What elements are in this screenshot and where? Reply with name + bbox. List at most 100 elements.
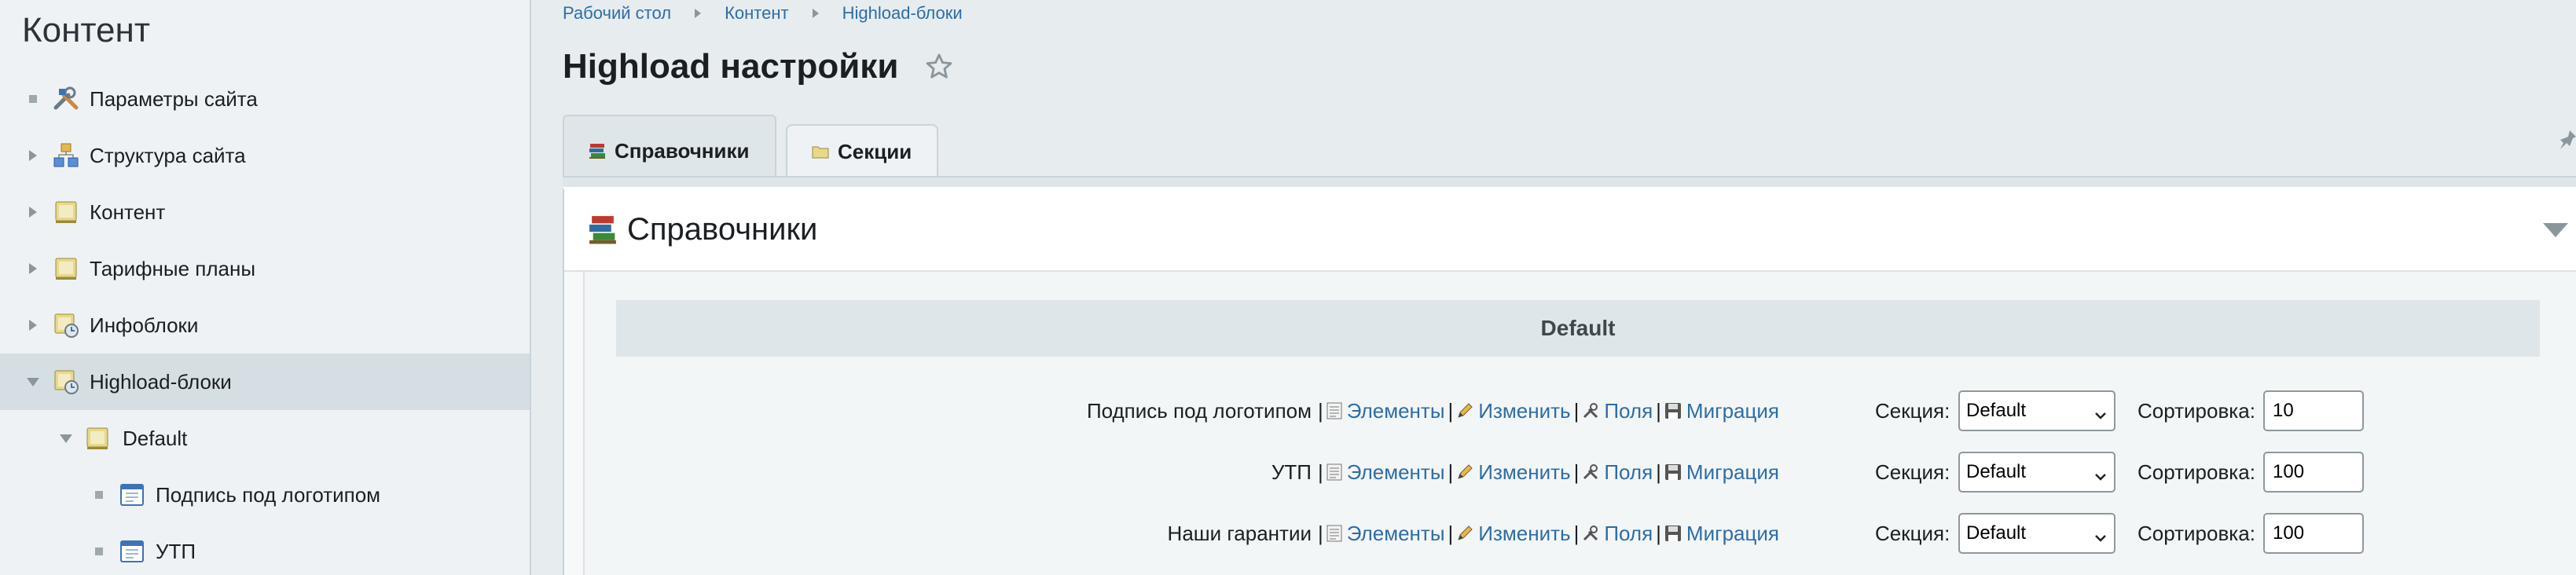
section-select[interactable]: Default <box>1958 513 2115 554</box>
elements-link[interactable]: Элементы <box>1347 522 1445 546</box>
infoblock-icon <box>52 368 80 396</box>
edit-link[interactable]: Изменить <box>1478 460 1570 485</box>
pin-icon[interactable] <box>2559 129 2576 156</box>
pencil-icon <box>1456 525 1473 542</box>
sidebar-item-utp[interactable]: УТП <box>0 523 530 575</box>
table-row: УТП | Элементы | Изменить | Поля | Мигра… <box>585 449 2576 495</box>
sidebar-item-label: УТП <box>156 539 196 563</box>
sidebar: Контент Параметры сайта Структура сайта … <box>0 0 531 575</box>
sidebar-item-label: Highload-блоки <box>90 369 232 394</box>
breadcrumb-link-highload[interactable]: Highload-блоки <box>842 3 963 24</box>
sidebar-item-label: Default <box>123 426 188 450</box>
sidebar-item-logo-caption[interactable]: Подпись под логотипом <box>0 467 530 523</box>
floppy-disk-icon <box>1664 525 1682 542</box>
bullet-icon <box>93 545 105 558</box>
books-icon <box>588 141 607 160</box>
breadcrumb-separator-icon <box>695 9 702 18</box>
edit-link[interactable]: Изменить <box>1478 399 1570 423</box>
bullet-icon <box>93 489 105 501</box>
list-icon <box>1327 402 1342 419</box>
breadcrumb-link-content[interactable]: Контент <box>725 3 789 24</box>
edit-link[interactable]: Изменить <box>1478 522 1570 546</box>
separator: | <box>1318 398 1323 423</box>
breadcrumb-link-desktop[interactable]: Рабочий стол <box>563 3 671 24</box>
breadcrumb-separator-icon <box>812 9 819 18</box>
sidebar-item-label: Контент <box>90 200 166 224</box>
section-select[interactable]: Default <box>1958 390 2115 431</box>
content-icon <box>52 198 80 226</box>
tools-icon <box>1582 463 1599 481</box>
migration-link[interactable]: Миграция <box>1686 399 1779 423</box>
expand-arrow-icon[interactable] <box>27 206 39 218</box>
references-list: Default Подпись под логотипом | Элементы… <box>583 272 2576 575</box>
sidebar-item-label: Структура сайта <box>90 143 246 167</box>
list-icon <box>1327 463 1342 481</box>
separator: | <box>1656 460 1661 484</box>
separator: | <box>1573 398 1580 423</box>
separator: | <box>1448 521 1454 545</box>
content-icon <box>83 424 112 452</box>
expand-arrow-icon[interactable] <box>27 149 39 162</box>
row-name: Наши гарантии <box>1167 521 1312 545</box>
bullet-icon <box>27 93 39 105</box>
section-select[interactable]: Default <box>1958 452 2115 493</box>
table-row: Подпись под логотипом | Элементы | Измен… <box>585 388 2576 434</box>
tab-sections[interactable]: Секции <box>786 124 938 178</box>
collapse-arrow-icon[interactable] <box>60 432 72 445</box>
fields-link[interactable]: Поля <box>1604 399 1653 423</box>
chevron-down-icon <box>2093 466 2108 488</box>
sort-input[interactable] <box>2263 452 2364 493</box>
elements-link[interactable]: Элементы <box>1347 460 1445 485</box>
sort-input[interactable] <box>2263 513 2364 554</box>
tools-icon <box>1582 402 1599 419</box>
fields-link[interactable]: Поля <box>1604 522 1653 546</box>
sort-label: Сортировка: <box>2137 398 2255 423</box>
table-icon <box>118 481 146 509</box>
list-icon <box>1327 525 1342 542</box>
section-select-value: Default <box>1966 461 2027 482</box>
separator: | <box>1656 398 1661 423</box>
sort-input[interactable] <box>2263 390 2364 431</box>
sidebar-item-content[interactable]: Контент <box>0 184 530 240</box>
favorite-star-icon[interactable] <box>924 52 954 86</box>
sidebar-item-default[interactable]: Default <box>0 410 530 467</box>
site-structure-icon <box>52 141 80 170</box>
fields-link[interactable]: Поля <box>1604 460 1653 485</box>
panel-header: Справочники <box>564 190 2576 272</box>
pencil-icon <box>1456 402 1473 419</box>
collapse-arrow-icon[interactable] <box>27 375 39 388</box>
migration-link[interactable]: Миграция <box>1686 460 1779 485</box>
separator: | <box>1573 460 1580 484</box>
chevron-down-icon <box>2093 405 2108 427</box>
pencil-icon <box>1456 463 1473 481</box>
sidebar-item-highload-blocks[interactable]: Highload-блоки <box>0 353 530 410</box>
migration-link[interactable]: Миграция <box>1686 522 1779 546</box>
separator: | <box>1573 521 1580 545</box>
sidebar-item-tariff-plans[interactable]: Тарифные планы <box>0 240 530 297</box>
sidebar-item-label: Подпись под логотипом <box>156 482 381 507</box>
expand-arrow-icon[interactable] <box>27 319 39 331</box>
collapse-panel-icon[interactable] <box>2541 222 2570 243</box>
panel-title: Справочники <box>627 212 818 247</box>
row-actions: | Элементы | Изменить | Поля | Миграция <box>1315 460 1779 485</box>
tab-references[interactable]: Справочники <box>563 115 776 185</box>
expand-arrow-icon[interactable] <box>27 262 39 275</box>
sort-label: Сортировка: <box>2137 460 2255 484</box>
sidebar-item-site-structure[interactable]: Структура сайта <box>0 127 530 184</box>
tools-icon <box>52 85 80 113</box>
sidebar-item-site-settings[interactable]: Параметры сайта <box>0 71 530 127</box>
separator: | <box>1656 521 1661 545</box>
sidebar-item-label: Параметры сайта <box>90 86 258 111</box>
section-select-value: Default <box>1966 400 2027 421</box>
breadcrumb: Рабочий стол Контент Highload-блоки <box>563 3 963 24</box>
elements-link[interactable]: Элементы <box>1347 399 1445 423</box>
chevron-down-icon <box>2093 527 2108 549</box>
table-icon <box>118 537 146 566</box>
sidebar-item-label: Инфоблоки <box>90 313 199 337</box>
section-select-value: Default <box>1966 522 2027 544</box>
tools-icon <box>1582 525 1599 542</box>
sidebar-item-infoblocks[interactable]: Инфоблоки <box>0 297 530 353</box>
separator: | <box>1448 460 1454 484</box>
page-title: Highload настройки <box>563 47 899 86</box>
row-name: Подпись под логотипом <box>1086 398 1312 423</box>
